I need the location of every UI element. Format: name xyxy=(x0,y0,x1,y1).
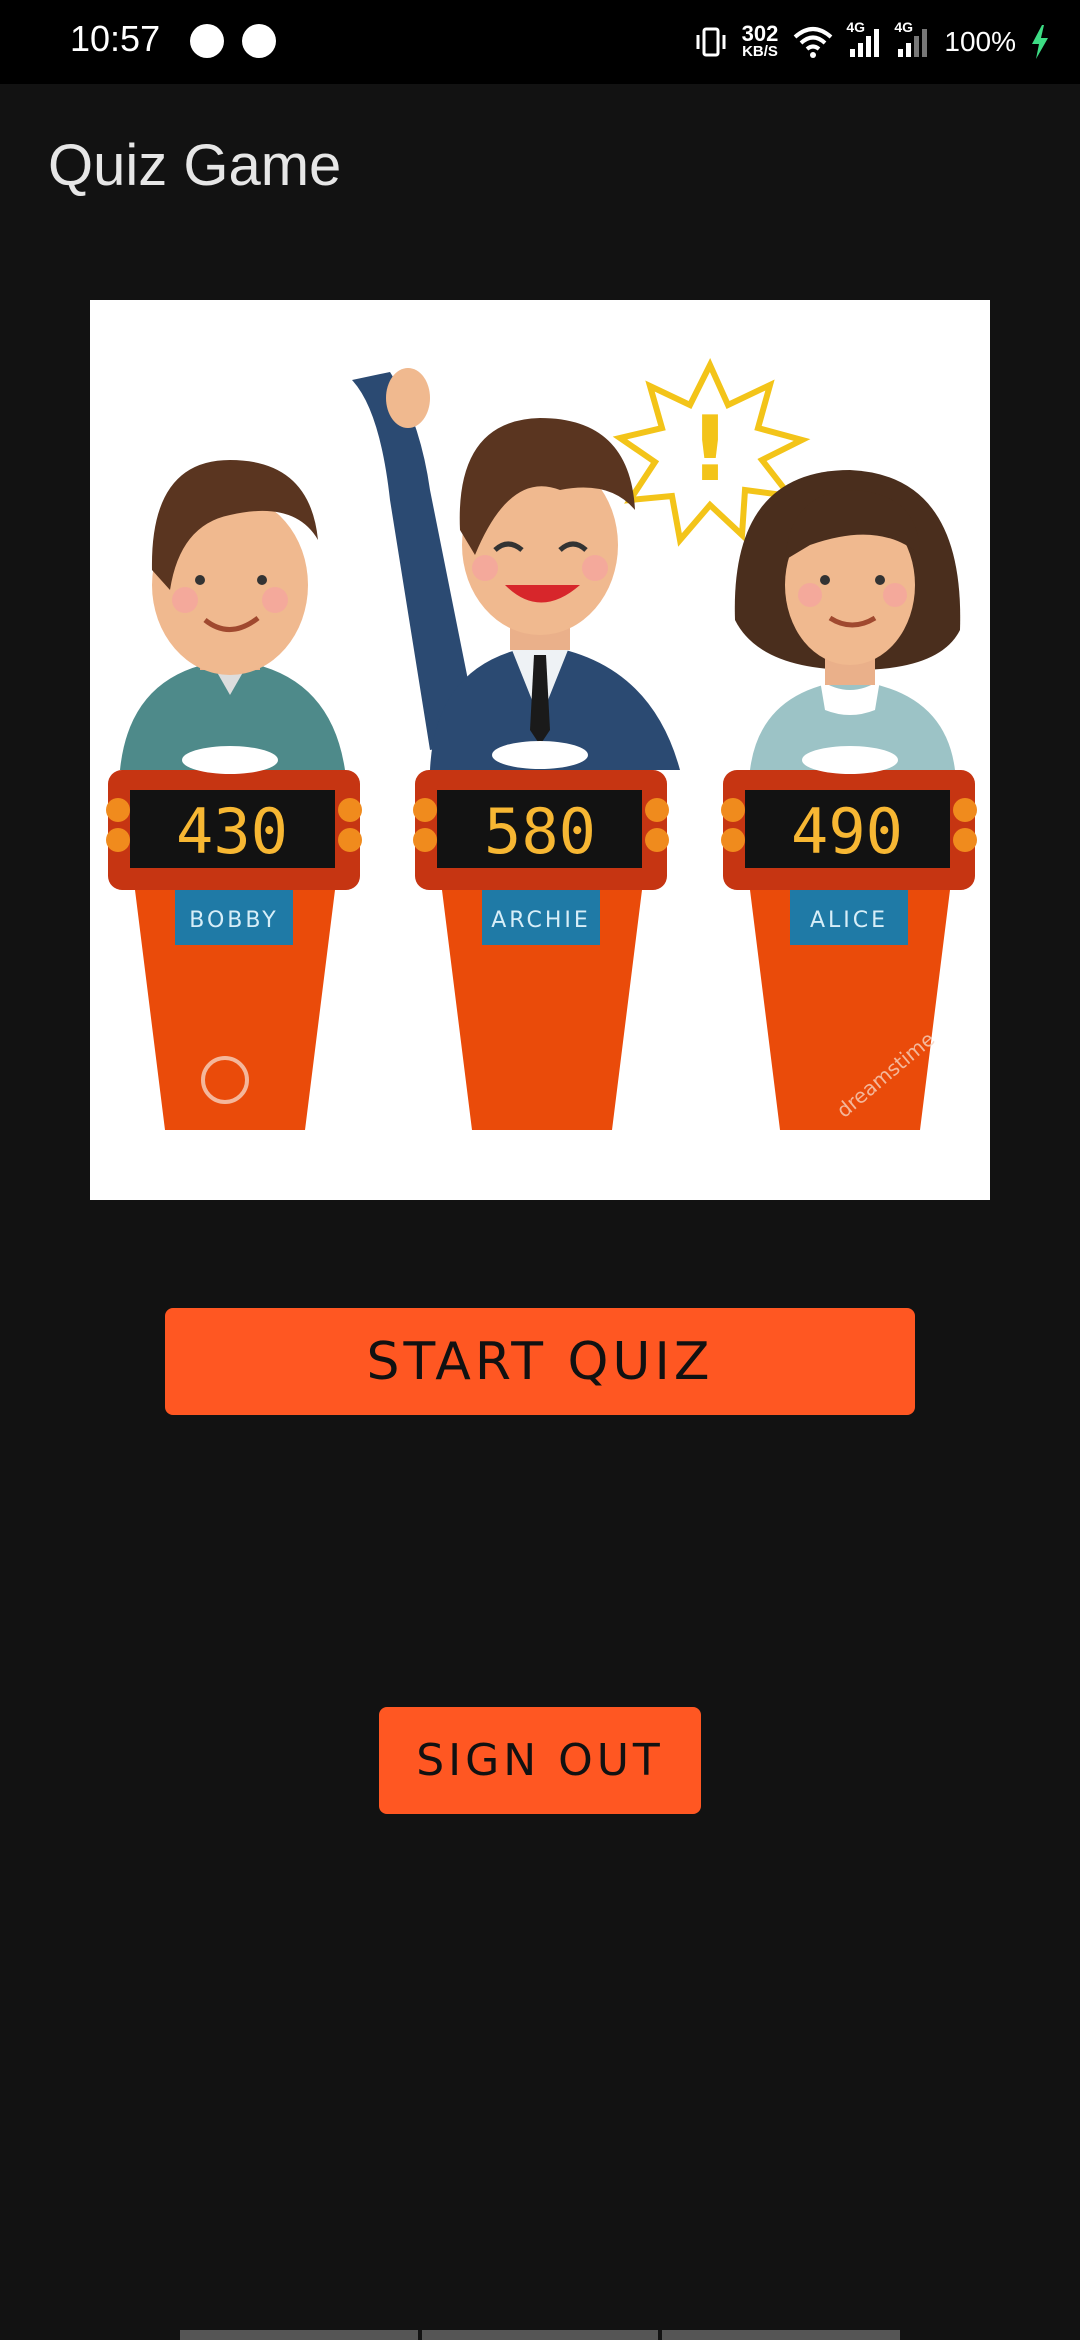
status-indicators: 302 KB/S 4G 4G 100% xyxy=(694,18,1050,66)
name-bobby: BOBBY xyxy=(189,908,278,933)
status-bar: 10:57 302 KB/S 4G 4G 100% xyxy=(0,0,1080,84)
name-alice: ALICE xyxy=(810,908,888,933)
charging-bolt-icon xyxy=(1032,25,1048,59)
wifi-icon xyxy=(794,27,833,58)
signal-2-label: 4G xyxy=(894,19,914,35)
exclamation-mark: ! xyxy=(689,397,730,502)
start-quiz-button[interactable]: START QUIZ xyxy=(165,1308,915,1415)
signal-2: 4G xyxy=(894,19,930,59)
status-time: 10:57 xyxy=(70,18,161,59)
nav-handle-right[interactable] xyxy=(662,2330,900,2340)
app-title: Quiz Game xyxy=(48,133,342,198)
contestant-alice xyxy=(734,470,961,770)
sign-out-button[interactable]: SIGN OUT xyxy=(379,1707,701,1814)
quiz-illustration: ! 430 BOBBY 580 ARCHIE 490 ALICE dreamst… xyxy=(90,300,990,1200)
signal-1: 4G xyxy=(846,19,882,59)
contestant-bobby xyxy=(120,460,345,770)
network-speed: 302 KB/S xyxy=(741,21,779,60)
network-speed-unit: KB/S xyxy=(742,43,778,60)
notification-app-icon xyxy=(242,24,276,58)
quiz-show-illustration: ! 430 BOBBY 580 ARCHIE 490 ALICE dreamst… xyxy=(106,358,977,1130)
nav-handle-center[interactable] xyxy=(422,2330,658,2340)
network-speed-value: 302 xyxy=(741,21,779,46)
signal-1-label: 4G xyxy=(846,19,866,35)
nav-handle-left[interactable] xyxy=(180,2330,418,2340)
score-bobby: 430 xyxy=(176,795,288,868)
messenger-icon xyxy=(190,24,224,58)
vibrate-icon xyxy=(696,27,726,57)
battery-level: 100% xyxy=(944,26,1016,57)
name-archie: ARCHIE xyxy=(491,908,591,933)
contestant-archie xyxy=(352,368,680,770)
score-alice: 490 xyxy=(791,795,903,868)
score-archie: 580 xyxy=(484,795,596,868)
